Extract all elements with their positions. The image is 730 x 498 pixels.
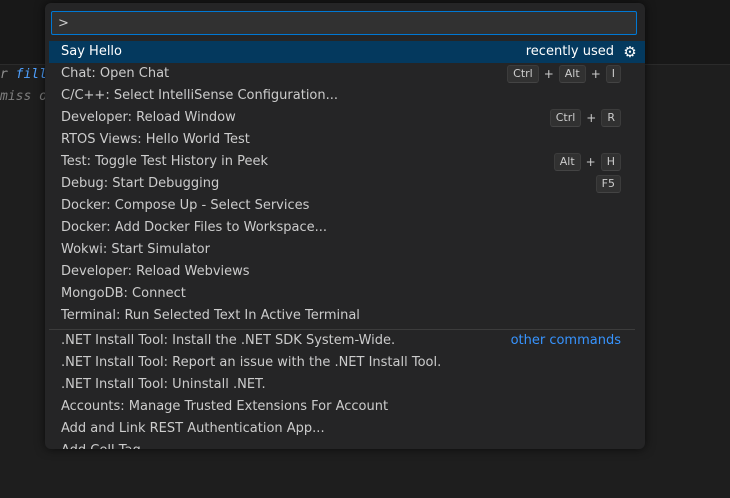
command-item-right: Ctrl + Alt + I [507,63,621,85]
command-label: .NET Install Tool: Uninstall .NET. [61,377,266,392]
keybinding-plus: + [543,67,554,81]
keybinding-plus: + [590,67,601,81]
command-label: Developer: Reload Webviews [61,264,250,279]
command-item[interactable]: Debug: Start Debugging F5 [45,173,645,195]
command-label: Developer: Reload Window [61,110,236,125]
command-label: Docker: Compose Up - Select Services [61,198,310,213]
command-item[interactable]: C/C++: Select IntelliSense Configuration… [45,85,645,107]
command-item[interactable]: Chat: Open Chat Ctrl + Alt + I [45,63,645,85]
editor-line: r fill [0,67,47,82]
command-label: Say Hello [61,44,122,59]
keybinding-key: R [601,109,621,127]
command-item[interactable]: Wokwi: Start Simulator [45,239,645,261]
command-item-right: Ctrl + R [549,107,621,129]
keybinding-plus: + [585,155,596,169]
command-item[interactable]: Developer: Reload Webviews [45,261,645,283]
command-item-right: recently used ⚙ [526,41,638,63]
command-item[interactable]: Docker: Add Docker Files to Workspace... [45,217,645,239]
command-item[interactable]: Accounts: Manage Trusted Extensions For … [45,396,645,418]
command-label: Accounts: Manage Trusted Extensions For … [61,399,389,414]
command-label: .NET Install Tool: Install the .NET SDK … [61,333,396,348]
keybinding-key: Alt [558,65,586,83]
command-item[interactable]: MongoDB: Connect [45,283,645,305]
command-item[interactable]: RTOS Views: Hello World Test [45,129,645,151]
command-item-right: F5 [595,173,621,195]
command-label: Test: Toggle Test History in Peek [61,154,269,169]
command-label: Docker: Add Docker Files to Workspace... [61,220,328,235]
command-label: Debug: Start Debugging [61,176,220,191]
command-item[interactable]: .NET Install Tool: Report an issue with … [45,352,645,374]
command-label: Chat: Open Chat [61,66,170,81]
recently-used-label: recently used [525,44,614,59]
keybinding-key: Ctrl [549,109,582,127]
command-item[interactable]: Add Cell Tag [45,440,645,449]
command-item[interactable]: Docker: Compose Up - Select Services [45,195,645,217]
command-item[interactable]: Add and Link REST Authentication App... [45,418,645,440]
command-palette-input[interactable] [51,11,637,35]
command-label: .NET Install Tool: Report an issue with … [61,355,442,370]
command-item[interactable]: Terminal: Run Selected Text In Active Te… [45,305,645,327]
command-label: Wokwi: Start Simulator [61,242,210,257]
keybinding-key: I [605,65,621,83]
keybinding-key: Ctrl [507,65,539,83]
command-list: Say Hello recently used ⚙ Chat: Open Chat Ct… [45,41,645,449]
keybinding-key: Alt [553,153,581,171]
command-item[interactable]: Say Hello recently used ⚙ [49,41,645,63]
command-label: MongoDB: Connect [61,286,186,301]
command-item[interactable]: Developer: Reload Window Ctrl + R [45,107,645,129]
other-commands-label: other commands [510,333,621,348]
command-label: RTOS Views: Hello World Test [61,132,250,147]
keybinding-key: H [600,153,621,171]
command-label: Terminal: Run Selected Text In Active Te… [61,308,360,323]
command-item-right: Alt + H [553,151,621,173]
command-label: Add and Link REST Authentication App... [61,421,325,436]
command-item[interactable]: Test: Toggle Test History in Peek Alt + H [45,151,645,173]
keybinding-key: F5 [595,175,621,193]
gear-icon[interactable]: ⚙ [622,43,638,61]
command-item[interactable]: .NET Install Tool: Install the .NET SDK … [45,330,645,352]
command-item-right: other commands [511,330,621,352]
command-label: C/C++: Select IntelliSense Configuration… [61,88,339,103]
command-label: Add Cell Tag [61,440,141,449]
command-palette: Say Hello recently used ⚙ Chat: Open Chat Ct… [45,3,645,449]
keybinding-plus: + [586,111,597,125]
command-item[interactable]: .NET Install Tool: Uninstall .NET. [45,374,645,396]
